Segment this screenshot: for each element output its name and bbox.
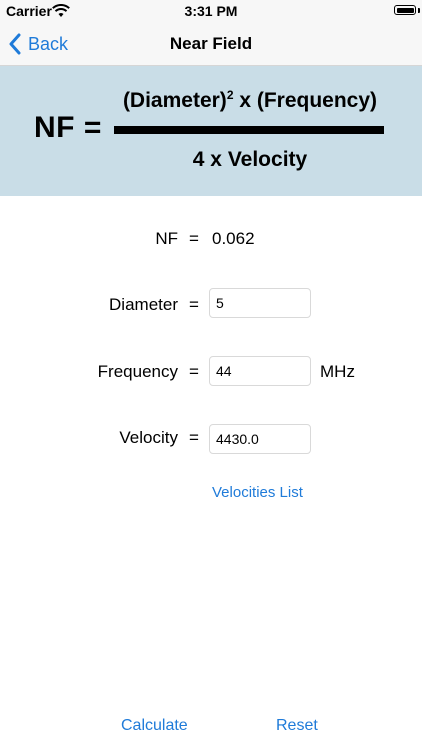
nf-equals-sign: = [189, 229, 199, 248]
fraction-bar [114, 126, 384, 134]
page-title: Near Field [169, 34, 253, 53]
status-time: 3:31 PM [184, 3, 238, 19]
status-bar: Carrier 3:31 PM [0, 0, 422, 22]
numerator-exponent: 2 [226, 88, 234, 102]
diameter-input[interactable] [209, 288, 311, 318]
formula-lhs: NF = [34, 111, 102, 144]
formula-denominator: 4 x Velocity [192, 148, 308, 171]
numerator-base: (Diameter) [122, 89, 227, 112]
reset-button[interactable]: Reset [276, 717, 318, 735]
diameter-equals-sign: = [189, 295, 199, 314]
nf-result-value: 0.062 [212, 229, 255, 248]
numerator-rest: x (Frequency) [233, 89, 378, 112]
battery-tip [418, 8, 420, 13]
diameter-label: Diameter [109, 295, 178, 314]
navigation-bar: Back Near Field [0, 22, 422, 66]
formula-numerator: (Diameter)2 x (Frequency) [112, 88, 388, 113]
velocities-list-link[interactable]: Velocities List [212, 484, 303, 501]
frequency-equals-sign: = [189, 362, 199, 381]
velocity-input[interactable] [209, 424, 311, 454]
velocity-equals-sign: = [189, 428, 199, 447]
frequency-input[interactable] [209, 356, 311, 386]
calculate-button[interactable]: Calculate [121, 717, 188, 735]
battery-icon [394, 5, 416, 15]
frequency-label: Frequency [97, 362, 178, 381]
frequency-unit: MHz [320, 362, 355, 381]
nf-result-label: NF [155, 229, 178, 248]
velocity-label: Velocity [119, 428, 178, 447]
formula-banner: NF = (Diameter)2 x (Frequency) 4 x Veloc… [0, 66, 422, 196]
